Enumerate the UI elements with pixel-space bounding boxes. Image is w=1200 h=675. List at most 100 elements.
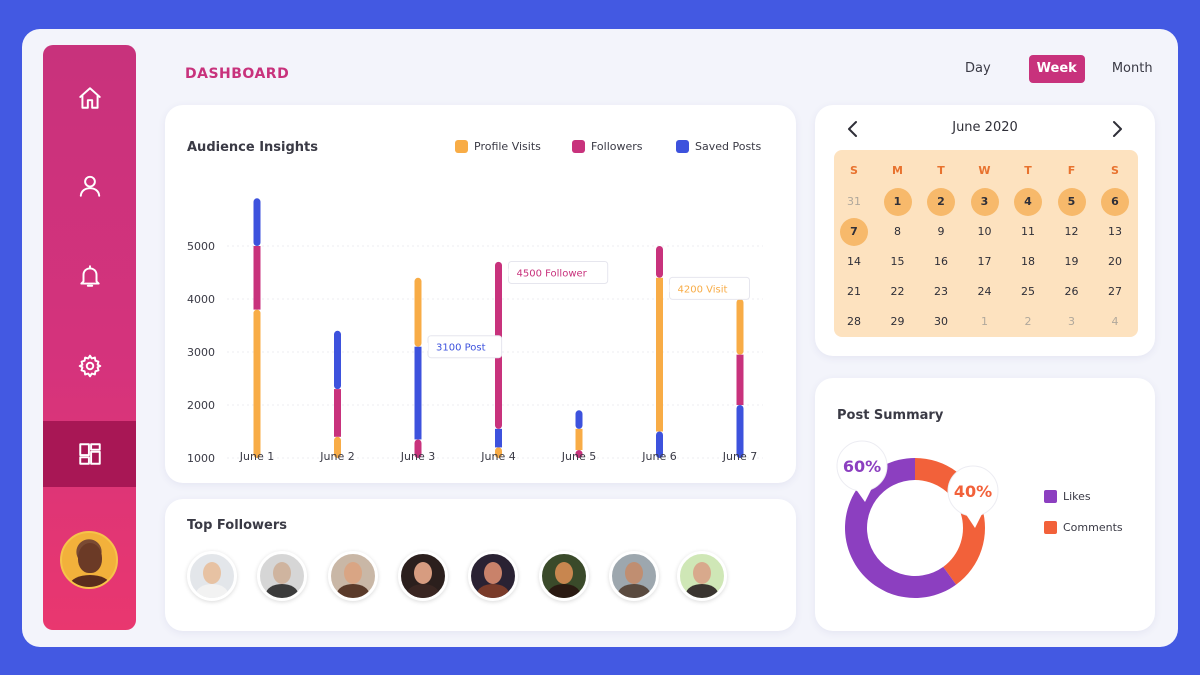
calendar-day[interactable]: 16 bbox=[927, 248, 955, 276]
calendar-weekday: S bbox=[1111, 164, 1119, 177]
calendar-day[interactable]: 26 bbox=[1058, 278, 1086, 306]
calendar-weekday: S bbox=[850, 164, 858, 177]
follower-avatar-7[interactable] bbox=[609, 551, 659, 601]
calendar-day[interactable]: 1 bbox=[883, 188, 912, 216]
tab-day[interactable]: Day bbox=[957, 55, 999, 83]
sidebar-item-settings[interactable] bbox=[43, 333, 136, 399]
y-tick-label: 2000 bbox=[187, 399, 215, 412]
calendar-day[interactable]: 4 bbox=[1101, 308, 1129, 336]
calendar-day[interactable]: 3 bbox=[1058, 308, 1086, 336]
calendar-day[interactable]: 25 bbox=[1014, 278, 1042, 306]
bar-segment bbox=[575, 410, 583, 429]
user-avatar[interactable] bbox=[60, 531, 118, 589]
legend-likes: Likes bbox=[1044, 490, 1091, 503]
bar-segment bbox=[334, 330, 341, 390]
bubble-label: 60% bbox=[843, 457, 881, 476]
bar-june-3[interactable] bbox=[414, 277, 422, 458]
legend-label: Likes bbox=[1063, 490, 1091, 503]
tab-week[interactable]: Week bbox=[1028, 55, 1085, 83]
calendar-day[interactable]: 21 bbox=[840, 278, 868, 306]
user-icon bbox=[79, 175, 100, 197]
y-tick-label: 1000 bbox=[187, 452, 215, 465]
x-tick-label: June 6 bbox=[641, 450, 676, 463]
calendar-day[interactable]: 10 bbox=[971, 218, 999, 246]
bar-june-2[interactable] bbox=[334, 330, 341, 458]
bar-june-7[interactable] bbox=[736, 299, 744, 458]
tab-month[interactable]: Month bbox=[1104, 55, 1161, 83]
calendar-day[interactable]: 9 bbox=[927, 218, 955, 246]
legend-comments: Comments bbox=[1044, 521, 1123, 534]
x-tick-label: June 2 bbox=[319, 450, 354, 463]
period-tabs: Day Week Month bbox=[957, 55, 1161, 83]
calendar-day[interactable]: 2 bbox=[927, 188, 955, 216]
x-tick-label: June 7 bbox=[722, 450, 757, 463]
calendar-day[interactable]: 29 bbox=[884, 308, 912, 336]
calendar-day[interactable]: 20 bbox=[1101, 248, 1129, 276]
calendar-day[interactable]: 1 bbox=[971, 308, 999, 336]
bar-segment bbox=[334, 389, 341, 437]
chart-tooltip: 4500 Follower bbox=[503, 261, 609, 284]
calendar-day[interactable]: 18 bbox=[1014, 248, 1042, 276]
tooltip-pointer bbox=[423, 342, 428, 351]
calendar-day[interactable]: 4 bbox=[1014, 188, 1042, 216]
calendar-day[interactable]: 8 bbox=[884, 218, 912, 246]
calendar-day[interactable]: 5 bbox=[1057, 188, 1086, 216]
sidebar-item-dashboard[interactable] bbox=[43, 421, 136, 487]
calendar-day[interactable]: 6 bbox=[1101, 188, 1129, 216]
bar-segment bbox=[575, 428, 583, 451]
bar-segment bbox=[253, 198, 261, 246]
calendar-day[interactable]: 19 bbox=[1058, 248, 1086, 276]
home-icon bbox=[78, 87, 101, 109]
calendar-day[interactable]: 24 bbox=[971, 278, 999, 306]
calendar-day[interactable]: 23 bbox=[927, 278, 955, 306]
calendar-next-button[interactable] bbox=[1107, 119, 1127, 139]
bar-june-1[interactable] bbox=[253, 198, 261, 458]
follower-avatar-3[interactable] bbox=[328, 551, 378, 601]
calendar-month-label: June 2020 bbox=[952, 120, 1018, 135]
tooltip-label: 4500 Follower bbox=[517, 269, 588, 280]
bar-june-4[interactable] bbox=[495, 261, 502, 458]
calendar-day[interactable]: 15 bbox=[884, 248, 912, 276]
calendar-day[interactable]: 27 bbox=[1101, 278, 1129, 306]
follower-avatar-4[interactable] bbox=[398, 551, 448, 601]
y-tick-label: 4000 bbox=[187, 293, 215, 306]
calendar-weekday: T bbox=[1024, 164, 1032, 177]
dashboard-app: DASHBOARD Day Week Month Audience Insigh… bbox=[22, 29, 1178, 647]
calendar-day[interactable]: 13 bbox=[1101, 218, 1129, 246]
x-tick-label: June 5 bbox=[561, 450, 596, 463]
calendar-day[interactable]: 28 bbox=[840, 308, 868, 336]
bar-june-6[interactable] bbox=[656, 246, 663, 458]
calendar-day[interactable]: 3 bbox=[970, 188, 999, 216]
tooltip-pointer bbox=[503, 268, 509, 277]
calendar-weekday: M bbox=[892, 164, 903, 177]
follower-avatar-5[interactable] bbox=[468, 551, 518, 601]
calendar-day[interactable]: 12 bbox=[1058, 218, 1086, 246]
calendar-day[interactable]: 7 bbox=[840, 218, 868, 246]
legend-swatch bbox=[1044, 490, 1057, 503]
follower-avatar-6[interactable] bbox=[539, 551, 589, 601]
calendar-day[interactable]: 14 bbox=[840, 248, 868, 276]
sidebar-item-profile[interactable] bbox=[43, 153, 136, 219]
legend-label: Comments bbox=[1063, 521, 1123, 534]
calendar-day[interactable]: 2 bbox=[1014, 308, 1042, 336]
bar-segment bbox=[253, 309, 261, 458]
calendar-weekday: F bbox=[1067, 164, 1076, 177]
bar-segment bbox=[656, 277, 663, 432]
follower-avatar-1[interactable] bbox=[187, 551, 237, 601]
follower-avatar-8[interactable] bbox=[677, 551, 727, 601]
sidebar bbox=[43, 45, 136, 630]
post-summary-donut: 60% 40% bbox=[836, 440, 999, 598]
x-tick-label: June 1 bbox=[239, 450, 274, 463]
bar-segment bbox=[253, 246, 261, 310]
calendar-day[interactable]: 22 bbox=[884, 278, 912, 306]
calendar-day[interactable]: 17 bbox=[971, 248, 999, 276]
calendar-day[interactable]: 31 bbox=[840, 188, 868, 216]
calendar-day[interactable]: 30 bbox=[927, 308, 955, 336]
calendar-day[interactable]: 11 bbox=[1014, 218, 1042, 246]
sidebar-item-notifications[interactable] bbox=[43, 243, 136, 309]
tooltip-pointer bbox=[664, 284, 670, 293]
chevron-right-icon bbox=[1113, 121, 1122, 137]
top-followers-card: Top Followers bbox=[165, 499, 796, 631]
follower-avatar-2[interactable] bbox=[257, 551, 307, 601]
sidebar-item-home[interactable] bbox=[43, 65, 136, 131]
